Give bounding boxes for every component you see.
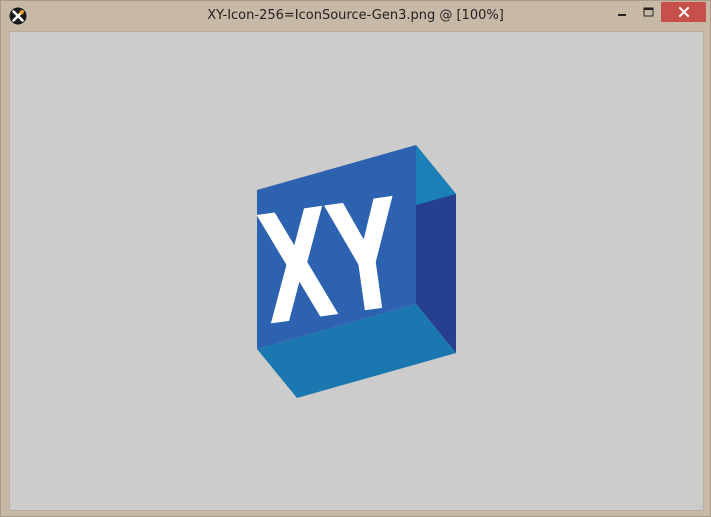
minimize-button[interactable] — [609, 2, 635, 22]
logo-text: XY — [250, 167, 413, 359]
minimize-icon — [618, 14, 626, 16]
xy-cube-logo: XY — [250, 145, 456, 398]
displayed-image: XY — [250, 145, 456, 398]
window-title: XY-Icon-256=IconSource-Gen3.png @ [100%] — [207, 8, 504, 23]
title-bar[interactable]: XY-Icon-256=IconSource-Gen3.png @ [100%] — [1, 1, 710, 31]
maximize-button[interactable] — [635, 2, 661, 22]
close-button[interactable] — [661, 2, 706, 22]
image-canvas[interactable]: XY — [9, 31, 704, 511]
close-icon — [678, 6, 689, 18]
maximize-icon — [643, 7, 653, 17]
image-viewer-window: XY-Icon-256=IconSource-Gen3.png @ [100%] — [0, 0, 711, 517]
